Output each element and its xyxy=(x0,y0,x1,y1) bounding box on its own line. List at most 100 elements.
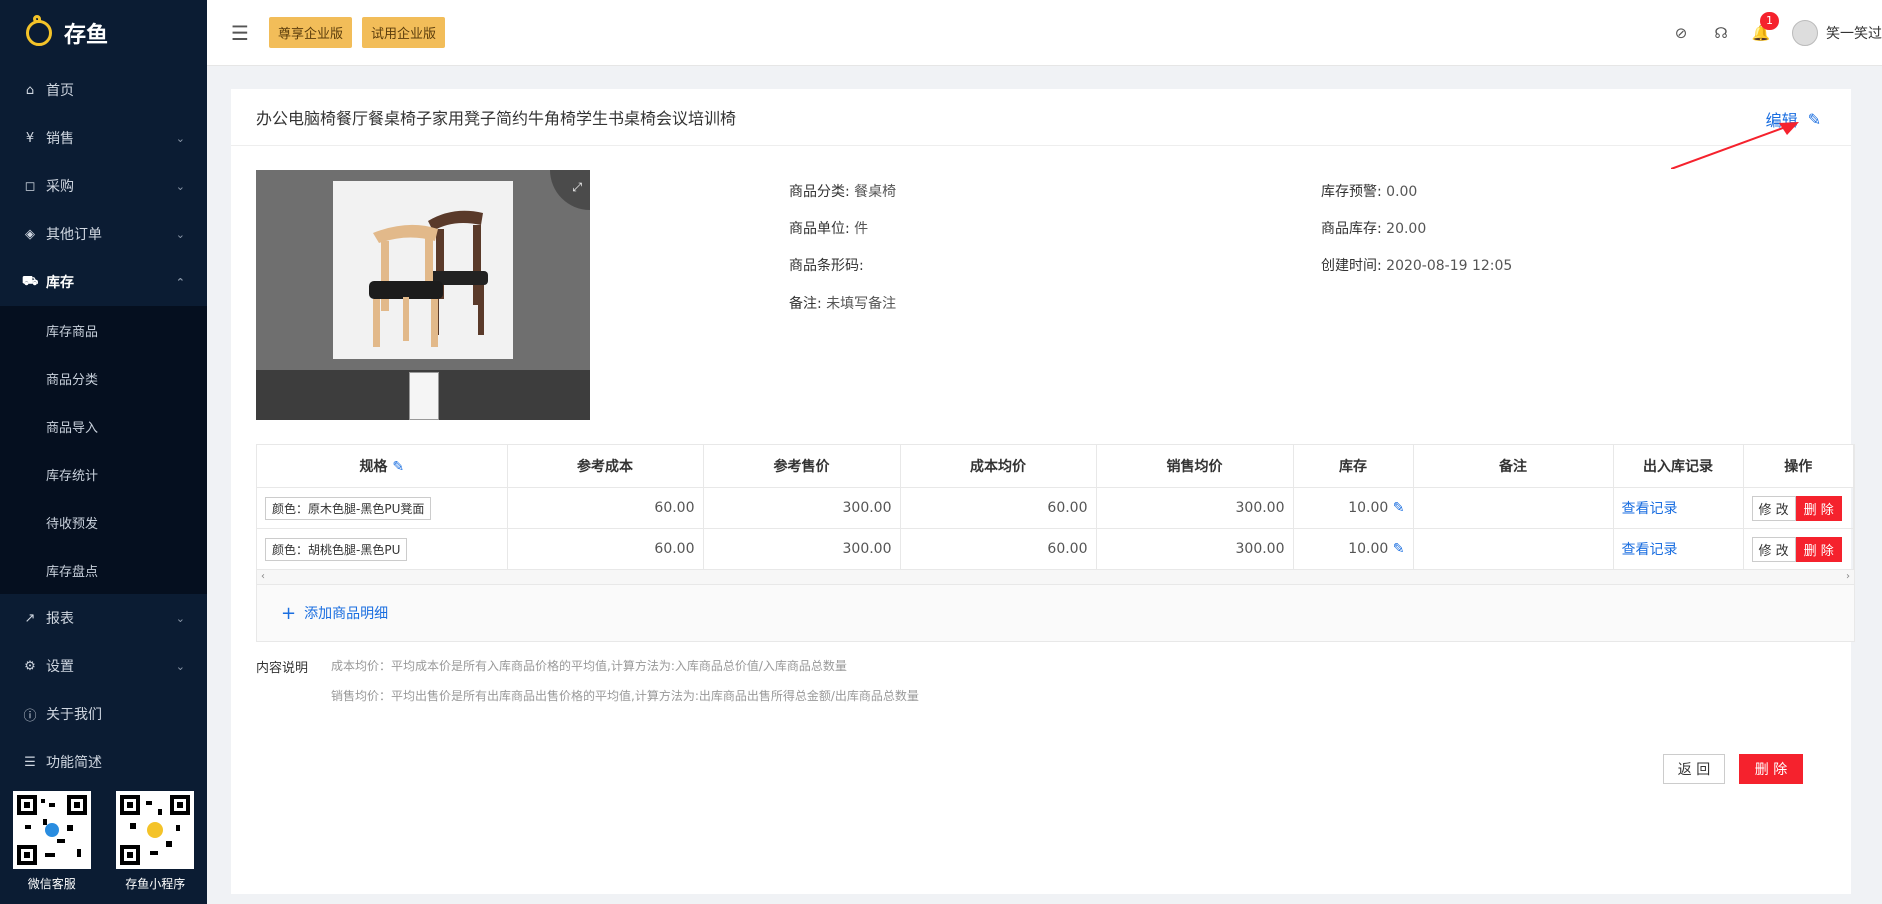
topbar-right: ⊘ ☊ 🔔 1 笑一笑过 xyxy=(1672,0,1882,66)
field-remark: 备注: 未填写备注 xyxy=(789,293,896,313)
table-row: 颜色：胡桃色腿-黑色PU 60.00 300.00 60.00 300.00 1… xyxy=(257,528,1854,570)
column-header: 库存 xyxy=(1293,445,1414,488)
logo[interactable]: 存鱼 xyxy=(0,0,207,66)
field-barcode: 商品条形码: xyxy=(789,255,864,275)
sidebar-item-features[interactable]: ☰ 功能简述 xyxy=(0,738,207,786)
cart-icon: ⛟ xyxy=(22,273,39,289)
info-icon: ⓘ xyxy=(23,708,37,724)
cost-cell: 60.00 xyxy=(507,528,704,570)
sidebar-item-about[interactable]: ⓘ 关于我们 xyxy=(0,690,207,738)
delete-button[interactable]: 删 除 xyxy=(1795,536,1842,562)
thumbnail-strip xyxy=(256,370,590,420)
submenu-item-stock-goods[interactable]: 库存商品 xyxy=(0,306,207,354)
bag-icon: ◻ xyxy=(24,178,36,194)
sidebar: 存鱼 ⌂ 首页 ¥ 销售 ⌄ ◻ 采购 ⌄ ◈ 其他订单 ⌄ ⛟ 库存 ⌃ 库存商品 商品分类 商… xyxy=(0,0,207,904)
avg-cost-cell: 60.00 xyxy=(900,487,1097,529)
modify-button[interactable]: 修 改 xyxy=(1751,536,1796,562)
field-created: 创建时间: 2020-08-19 12:05 xyxy=(1321,255,1512,275)
edit-icon[interactable]: ✎ xyxy=(392,459,404,475)
submenu-item-import[interactable]: 商品导入 xyxy=(0,402,207,450)
horizontal-scrollbar[interactable]: ‹ › xyxy=(257,570,1854,585)
sidebar-item-stock[interactable]: ⛟ 库存 ⌃ xyxy=(0,258,207,306)
sidebar-item-label: 功能简述 xyxy=(46,755,102,771)
sidebar-item-home[interactable]: ⌂ 首页 xyxy=(0,66,207,114)
yen-icon: ¥ xyxy=(25,130,35,146)
stock-value: 10.00 xyxy=(1348,541,1389,557)
notes-label: 内容说明 xyxy=(256,661,309,676)
field-label: 商品条形码: xyxy=(789,258,864,274)
submenu-item-category[interactable]: 商品分类 xyxy=(0,354,207,402)
chevron-down-icon: ⌄ xyxy=(175,227,185,241)
field-unit: 商品单位: 件 xyxy=(789,218,868,238)
product-detail-card: 办公电脑椅餐厅餐桌椅子家用凳子简约牛角椅学生书桌椅会议培训椅 编辑 ✎ ⤢ 商品… xyxy=(231,89,1855,894)
sidebar-item-purchase[interactable]: ◻ 采购 ⌄ xyxy=(0,162,207,210)
chevron-down-icon: ⌄ xyxy=(175,659,185,673)
app-name: 存鱼 xyxy=(64,23,109,48)
fullscreen-icon[interactable]: ⤢ xyxy=(550,170,590,210)
product-title: 办公电脑椅餐厅餐桌椅子家用凳子简约牛角椅学生书桌椅会议培训椅 xyxy=(256,109,737,128)
sidebar-item-other-orders[interactable]: ◈ 其他订单 ⌄ xyxy=(0,210,207,258)
add-item-label: 添加商品明细 xyxy=(304,606,389,622)
sidebar-item-settings[interactable]: ⚙ 设置 ⌄ xyxy=(0,642,207,690)
delete-product-button[interactable]: 删 除 xyxy=(1739,754,1803,784)
submenu-item-statistics[interactable]: 库存统计 xyxy=(0,450,207,498)
thumbnail[interactable] xyxy=(409,372,439,420)
edit-stock-icon[interactable]: ✎ xyxy=(1393,500,1405,516)
chart-icon: ↗ xyxy=(24,610,36,626)
price-cell: 300.00 xyxy=(703,528,901,570)
topbar: ☰ 尊享企业版 试用企业版 ⊘ ☊ 🔔 1 笑一笑过 xyxy=(207,0,1882,66)
sidebar-item-label: 采购 xyxy=(46,179,74,195)
field-label: 创建时间: xyxy=(1321,258,1382,274)
edit-stock-icon[interactable]: ✎ xyxy=(1393,541,1405,557)
annotation-arrow xyxy=(1671,122,1799,169)
plan-button-premium[interactable]: 尊享企业版 xyxy=(269,17,353,48)
note-avg-price: 销售均价：平均出售价是所有出库商品出售价格的平均值,计算方法为:出库商品出售所得… xyxy=(331,689,919,703)
list-icon: ☰ xyxy=(24,754,36,770)
field-label: 库存预警: xyxy=(1321,184,1382,200)
sidebar-item-sales[interactable]: ¥ 销售 ⌄ xyxy=(0,114,207,162)
remark-cell xyxy=(1413,528,1614,570)
menu-collapse-icon[interactable]: ☰ xyxy=(231,21,255,45)
sidebar-item-label: 报表 xyxy=(46,611,74,627)
home-icon: ⌂ xyxy=(25,82,35,98)
spec-table: 规格 ✎ 参考成本 参考售价 成本均价 销售均价 库存 备注 出入库记录 操作 … xyxy=(256,444,1855,642)
stock-cell: 10.00 ✎ xyxy=(1293,487,1414,529)
modify-button[interactable]: 修 改 xyxy=(1751,495,1796,521)
gear-icon: ⚙ xyxy=(24,658,36,674)
column-header: 备注 xyxy=(1413,445,1614,488)
add-item-button[interactable]: + 添加商品明细 xyxy=(257,585,1854,641)
spec-cell: 颜色：原木色腿-黑色PU凳面 xyxy=(257,487,508,529)
user-menu[interactable]: 笑一笑过 xyxy=(1792,20,1882,46)
headset-icon[interactable]: ☊ xyxy=(1712,24,1730,42)
column-header: 参考成本 xyxy=(507,445,704,488)
chevron-down-icon: ⌄ xyxy=(175,611,185,625)
bell-icon[interactable]: 🔔 1 xyxy=(1752,12,1779,42)
field-value: 20.00 xyxy=(1386,221,1427,237)
plus-icon: + xyxy=(281,602,297,624)
username: 笑一笑过 xyxy=(1826,26,1882,42)
product-image[interactable] xyxy=(333,181,513,359)
scroll-left-icon[interactable]: ‹ xyxy=(261,570,265,584)
spec-tag: 颜色：原木色腿-黑色PU凳面 xyxy=(265,496,432,520)
submenu-item-inventory-check[interactable]: 库存盘点 xyxy=(0,546,207,594)
table-row: 颜色：原木色腿-黑色PU凳面 60.00 300.00 60.00 300.00… xyxy=(257,487,1854,529)
chevron-up-icon: ⌃ xyxy=(175,275,185,289)
back-button[interactable]: 返 回 xyxy=(1663,754,1725,784)
submenu-item-pending[interactable]: 待收预发 xyxy=(0,498,207,546)
view-record-link[interactable]: 查看记录 xyxy=(1622,542,1678,558)
sidebar-item-label: 设置 xyxy=(46,659,74,675)
field-label: 备注: xyxy=(789,296,822,312)
note-avg-cost: 成本均价：平均成本价是所有入库商品价格的平均值,计算方法为:入库商品总价值/入库… xyxy=(331,659,847,673)
column-header: 操作 xyxy=(1743,445,1854,488)
scroll-right-icon[interactable]: › xyxy=(1846,570,1850,584)
action-cell: 修 改删 除 xyxy=(1743,487,1854,529)
compass-icon[interactable]: ⊘ xyxy=(1672,24,1690,42)
field-stock-warning: 库存预警: 0.00 xyxy=(1321,181,1417,201)
plan-button-trial[interactable]: 试用企业版 xyxy=(362,17,446,48)
sidebar-item-reports[interactable]: ↗ 报表 ⌄ xyxy=(0,594,207,642)
stock-submenu: 库存商品 商品分类 商品导入 库存统计 待收预发 库存盘点 xyxy=(0,306,207,594)
action-cell: 修 改删 除 xyxy=(1743,528,1854,570)
view-record-link[interactable]: 查看记录 xyxy=(1622,501,1678,517)
delete-button[interactable]: 删 除 xyxy=(1795,495,1842,521)
record-cell: 查看记录 xyxy=(1613,487,1744,529)
